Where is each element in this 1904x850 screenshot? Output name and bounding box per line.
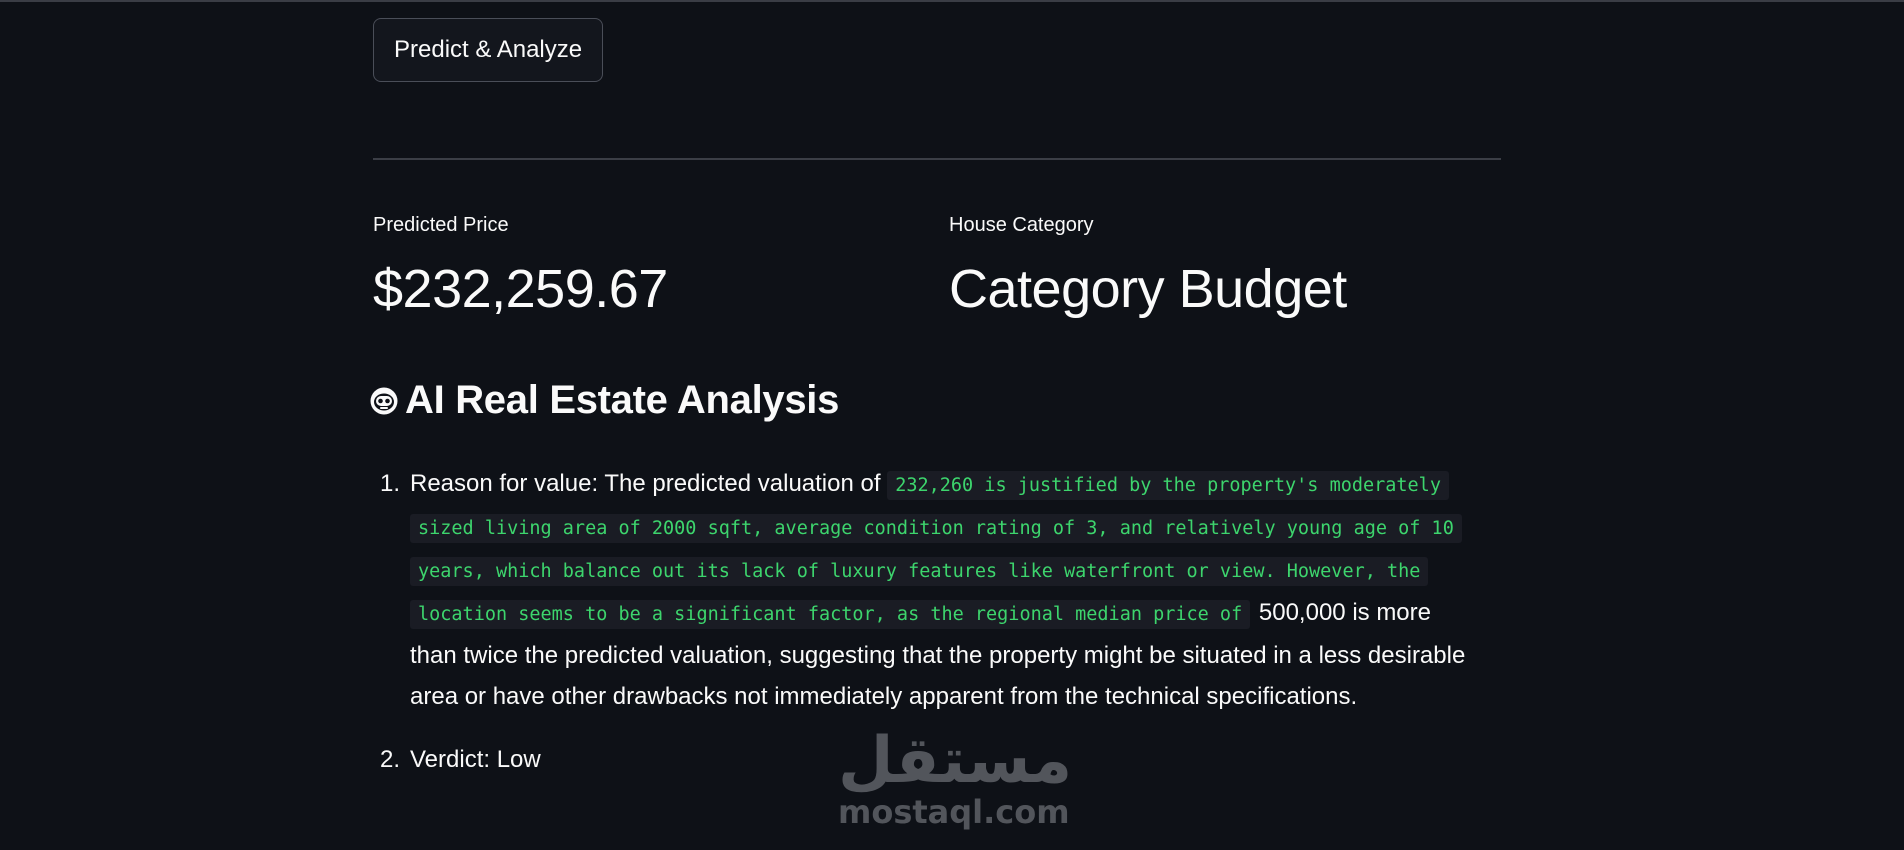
watermark-arabic: مستقل: [838, 724, 1073, 798]
metric-value: $232,259.67: [373, 259, 668, 319]
watermark: مستقل mostaql.com: [838, 724, 1073, 832]
analysis-heading: AI Real Estate Analysis: [369, 378, 839, 423]
metric-label: Predicted Price: [373, 214, 509, 236]
watermark-latin: mostaql.com: [838, 793, 1070, 831]
robot-icon: [369, 386, 399, 416]
list-number: 2.: [379, 746, 400, 773]
house-category-metric: House Category Category Budget: [949, 214, 1347, 320]
predicted-price-metric: Predicted Price $232,259.67: [373, 214, 668, 320]
analysis-title: AI Real Estate Analysis: [405, 378, 840, 422]
list-number: 1.: [379, 470, 400, 497]
metric-value: Category Budget: [949, 259, 1347, 319]
list-item-body: Reason for value: The predicted valuatio…: [410, 463, 1501, 717]
predict-analyze-button[interactable]: Predict & Analyze: [373, 18, 604, 82]
section-divider: [373, 158, 1501, 160]
reason-text: Reason for value: The predicted valuatio…: [410, 470, 881, 497]
top-border: [0, 0, 1904, 2]
list-item: 1. Reason for value: The predicted valua…: [373, 463, 1501, 717]
metric-label: House Category: [949, 214, 1094, 236]
